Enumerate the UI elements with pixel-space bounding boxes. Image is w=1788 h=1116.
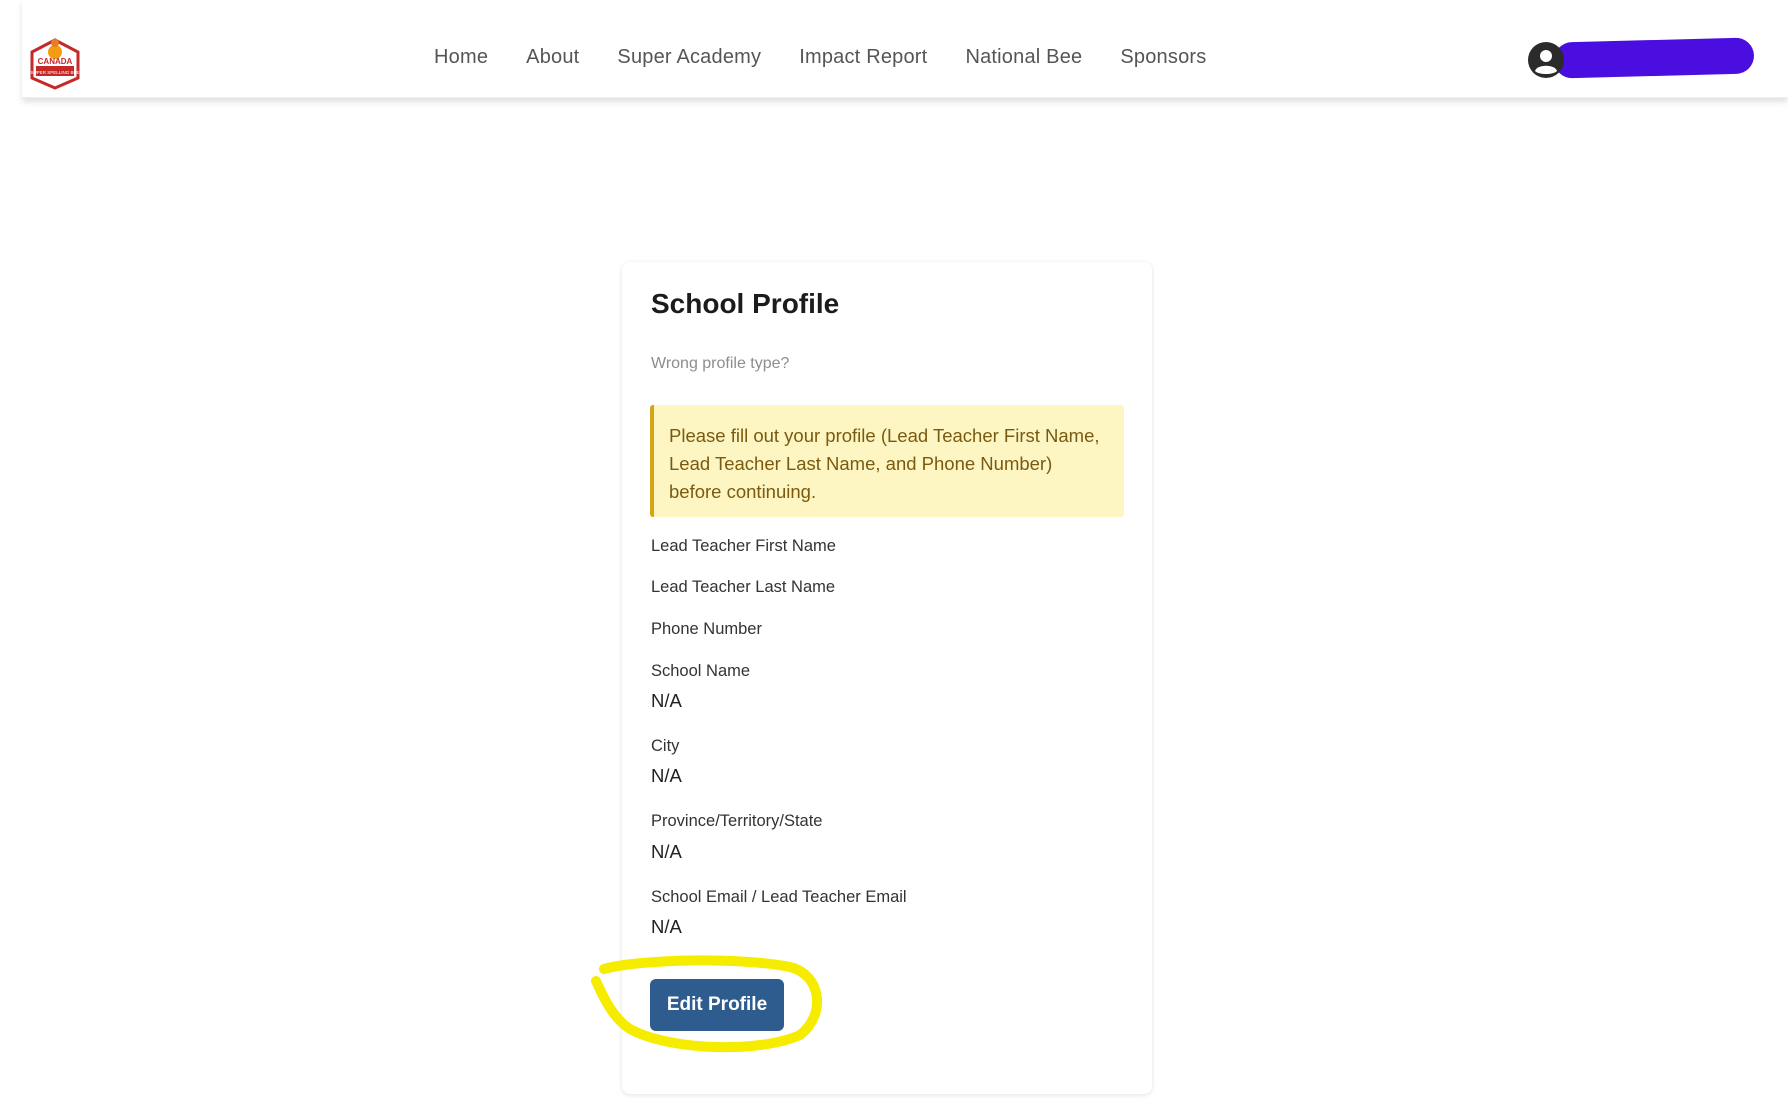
nav-about[interactable]: About xyxy=(526,46,579,69)
main-nav: Home About Super Academy Impact Report N… xyxy=(434,46,1244,69)
nav-super-academy[interactable]: Super Academy xyxy=(617,46,761,69)
lead-first-name-label: Lead Teacher First Name xyxy=(651,537,836,555)
province-value: N/A xyxy=(651,841,682,862)
school-name-label: School Name xyxy=(651,662,751,680)
email-label: School Email / Lead Teacher Email xyxy=(651,888,907,906)
city-value: N/A xyxy=(651,765,682,786)
province-label: Province/Territory/State xyxy=(651,812,823,830)
school-name-value: N/A xyxy=(651,690,682,711)
username-redaction xyxy=(1553,37,1755,79)
phone-number-label: Phone Number xyxy=(651,620,762,638)
profile-incomplete-alert: Please fill out your profile (Lead Teach… xyxy=(650,405,1124,517)
top-navbar: CANADA SUPER SPELLING BEE Home About Sup… xyxy=(22,0,1788,98)
svg-text:CANADA: CANADA xyxy=(38,57,73,66)
email-value: N/A xyxy=(651,916,682,937)
page-title: School Profile xyxy=(651,288,840,319)
nav-national-bee[interactable]: National Bee xyxy=(965,46,1082,69)
city-label: City xyxy=(651,737,680,755)
nav-impact-report[interactable]: Impact Report xyxy=(799,46,927,69)
user-menu[interactable] xyxy=(1526,37,1766,82)
school-profile-card: School Profile Wrong profile type? Pleas… xyxy=(622,262,1152,1094)
user-circle-icon[interactable] xyxy=(1526,40,1566,80)
logo-icon[interactable]: CANADA SUPER SPELLING BEE xyxy=(24,30,86,92)
svg-text:SUPER SPELLING BEE: SUPER SPELLING BEE xyxy=(30,70,79,75)
wrong-profile-type-link[interactable]: Wrong profile type? xyxy=(651,355,789,373)
nav-sponsors[interactable]: Sponsors xyxy=(1120,46,1206,69)
lead-last-name-label: Lead Teacher Last Name xyxy=(651,578,836,596)
edit-profile-button[interactable]: Edit Profile xyxy=(650,979,784,1031)
nav-home[interactable]: Home xyxy=(434,46,488,69)
